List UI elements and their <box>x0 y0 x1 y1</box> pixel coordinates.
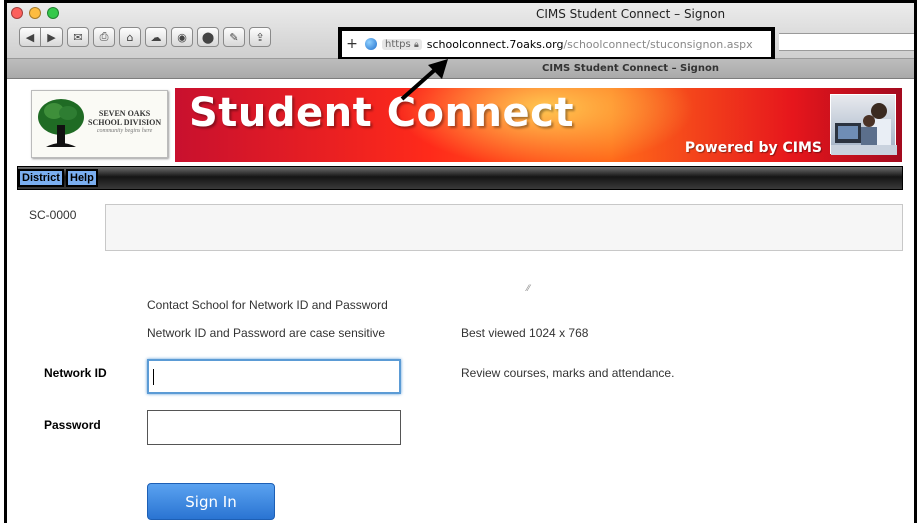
logo-line-1: SEVEN OAKS <box>98 109 151 118</box>
url-path: /schoolconnect/stuconsignon.aspx <box>563 37 753 51</box>
globe-icon <box>365 38 377 50</box>
url-host: schoolconnect.7oaks.org <box>426 37 564 51</box>
logo-line-2: SCHOOL DIVISION <box>88 118 162 127</box>
sign-in-button[interactable]: Sign In <box>147 483 275 520</box>
extension-icon: ◉ <box>177 30 187 44</box>
https-badge: https 🔒︎ <box>382 38 422 50</box>
notice-textarea[interactable] <box>105 204 903 251</box>
browser-toolbar: ◀ ▶ ✉ ⎙ ⌂ ☁ ◉ ⬤ ✎ ⇪ <box>19 27 271 47</box>
https-label: https <box>385 38 411 50</box>
print-button[interactable]: ⎙ <box>93 27 115 47</box>
mail-button[interactable]: ✉ <box>67 27 89 47</box>
nav-button-group: ◀ ▶ <box>19 27 63 47</box>
wrench-icon: ✎ <box>229 30 239 44</box>
browser-window: CIMS Student Connect – Signon ◀ ▶ ✉ ⎙ ⌂ … <box>4 0 917 523</box>
lock-icon: 🔒︎ <box>413 39 419 50</box>
share-icon: ⇪ <box>255 30 265 44</box>
window-title: CIMS Student Connect – Signon <box>535 7 726 21</box>
student-connect-banner: Student Connect Powered by CIMS <box>175 88 902 162</box>
url-text[interactable]: schoolconnect.7oaks.org/schoolconnect/st… <box>427 38 753 51</box>
tools-button[interactable]: ✎ <box>223 27 245 47</box>
logo-text: SEVEN OAKS SCHOOL DIVISION community beg… <box>88 109 161 136</box>
resize-grip-icon[interactable]: ⁄⁄ <box>527 283 530 293</box>
extension-button[interactable]: ◉ <box>171 27 193 47</box>
best-viewed-text: Best viewed 1024 x 768 <box>461 326 589 340</box>
banner-title: Student Connect <box>189 90 574 136</box>
banner-photo <box>830 94 897 155</box>
contact-school-text: Contact School for Network ID and Passwo… <box>147 298 388 312</box>
tab-bar: CIMS Student Connect – Signon <box>7 59 914 79</box>
logo-tagline: community begins here <box>96 128 153 134</box>
case-sensitive-text: Network ID and Password are case sensiti… <box>147 326 386 340</box>
address-bar[interactable]: + https 🔒︎ schoolconnect.7oaks.org/schoo… <box>344 34 769 54</box>
cloud-icon: ☁ <box>150 30 162 44</box>
network-id-input[interactable] <box>147 359 401 394</box>
school-division-logo: SEVEN OAKS SCHOOL DIVISION community beg… <box>31 90 168 158</box>
powered-by-label: Powered by CIMS <box>684 140 822 156</box>
cloud-button[interactable]: ☁ <box>145 27 167 47</box>
home-button[interactable]: ⌂ <box>119 27 141 47</box>
review-courses-text: Review courses, marks and attendance. <box>461 366 675 380</box>
mail-icon: ✉ <box>73 30 83 44</box>
add-bookmark-button[interactable]: + <box>344 36 360 52</box>
forward-icon: ▶ <box>47 30 56 44</box>
network-id-label: Network ID <box>44 366 107 380</box>
tab-title[interactable]: CIMS Student Connect – Signon <box>7 63 914 74</box>
block-icon: ⬤ <box>201 30 215 44</box>
forward-button[interactable]: ▶ <box>41 27 63 47</box>
block-button[interactable]: ⬤ <box>197 27 219 47</box>
nav-district[interactable]: District <box>18 169 64 187</box>
text-caret <box>153 369 154 385</box>
password-input[interactable] <box>147 410 401 445</box>
address-bar-highlight: + https 🔒︎ schoolconnect.7oaks.org/schoo… <box>338 27 775 61</box>
print-icon: ⎙ <box>99 30 109 43</box>
home-icon: ⌂ <box>126 30 134 44</box>
students-at-computer-icon <box>831 103 897 155</box>
address-bar-extension[interactable] <box>779 33 914 51</box>
back-button[interactable]: ◀ <box>19 27 41 47</box>
oak-tree-icon <box>38 99 84 147</box>
nav-bar: District Help <box>17 166 903 190</box>
nav-help[interactable]: Help <box>66 169 98 187</box>
sc-code: SC-0000 <box>29 208 77 222</box>
page-content: SEVEN OAKS SCHOOL DIVISION community beg… <box>7 80 914 523</box>
back-icon: ◀ <box>25 30 35 44</box>
password-label: Password <box>44 418 101 432</box>
share-button[interactable]: ⇪ <box>249 27 271 47</box>
